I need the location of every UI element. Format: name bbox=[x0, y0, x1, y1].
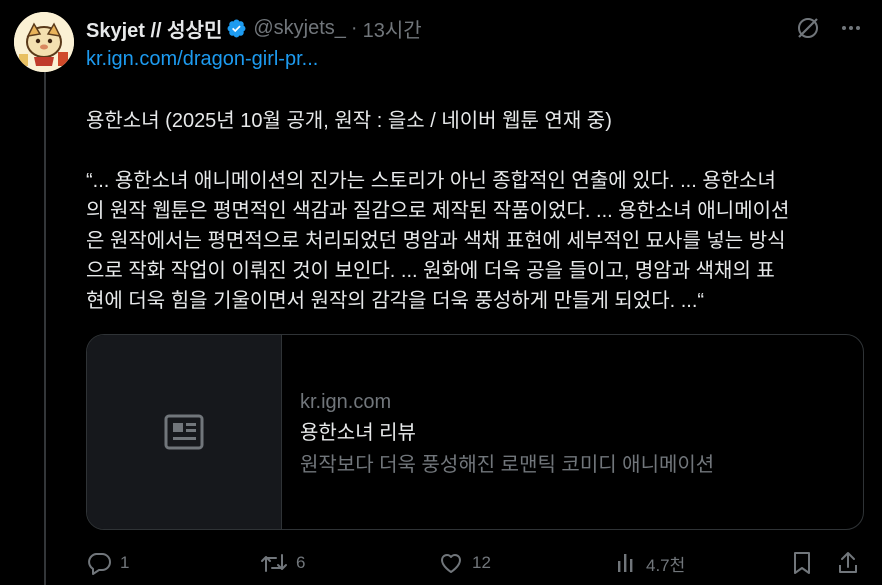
bookmark-button[interactable] bbox=[790, 546, 814, 580]
action-bar: 1 6 12 4.7천 bbox=[86, 546, 866, 580]
tweet-header: Skyjet // 성상민 @skyjets_ · 13시간 bbox=[86, 14, 422, 42]
link-preview-card[interactable]: kr.ign.com 용한소녀 리뷰 원작보다 더욱 풍성해진 로맨틱 코미디 … bbox=[86, 334, 864, 530]
quote-line: 은 원작에서는 평면적으로 처리되었던 명암과 색채 표현에 세부적인 묘사를 … bbox=[86, 230, 786, 252]
card-title: 용한소녀 리뷰 bbox=[300, 422, 416, 444]
card-domain: kr.ign.com bbox=[300, 391, 392, 413]
quote-line: 현에 더욱 힘을 기울이면서 원작의 감각을 더욱 풍성하게 만들게 되었다. … bbox=[86, 290, 705, 312]
quote-line: 으로 작화 작업이 이뤄진 것이 보인다. ... 원화에 더욱 공을 들이고,… bbox=[86, 260, 775, 282]
bookmark-icon bbox=[794, 552, 810, 574]
tweet-link[interactable]: kr.ign.com/dragon-girl-pr... bbox=[86, 48, 318, 71]
quote-line: 의 원작 웹툰은 평면적인 색감과 질감으로 제작된 작품이었다. ... 용한… bbox=[86, 200, 790, 222]
card-thumbnail bbox=[87, 335, 282, 529]
verified-badge-icon bbox=[227, 19, 246, 37]
like-button[interactable]: 12 bbox=[438, 546, 491, 580]
heart-icon bbox=[441, 554, 461, 573]
share-button[interactable] bbox=[836, 546, 860, 580]
share-icon bbox=[839, 552, 857, 573]
reply-count: 1 bbox=[120, 553, 130, 572]
article-icon bbox=[164, 414, 204, 450]
avatar-illustration bbox=[14, 12, 74, 72]
grok-icon bbox=[798, 18, 818, 38]
avatar[interactable] bbox=[14, 12, 74, 72]
quote-line: “... 용한소녀 애니메이션의 진가는 스토리가 아닌 종합적인 연출에 있다… bbox=[86, 170, 776, 192]
views-count: 4.7천 bbox=[646, 555, 686, 575]
retweet-count: 6 bbox=[296, 553, 306, 572]
timestamp[interactable]: 13시간 bbox=[363, 14, 422, 43]
tweet-quote-paragraph: “... 용한소녀 애니메이션의 진가는 스토리가 아닌 종합적인 연출에 있다… bbox=[86, 166, 789, 316]
card-description: 원작보다 더욱 풍성해진 로맨틱 코미디 애니메이션 bbox=[300, 454, 715, 476]
like-count: 12 bbox=[472, 553, 491, 572]
thread-line bbox=[44, 70, 46, 585]
tweet[interactable]: Skyjet // 성상민 @skyjets_ · 13시간 kr.ign.co… bbox=[0, 0, 882, 585]
retweet-icon bbox=[261, 554, 287, 572]
author-name[interactable]: Skyjet // 성상민 bbox=[86, 14, 222, 43]
more-dots-icon bbox=[842, 26, 860, 30]
analytics-icon bbox=[618, 554, 633, 572]
reply-button[interactable]: 1 bbox=[86, 546, 129, 580]
card-info: kr.ign.com 용한소녀 리뷰 원작보다 더욱 풍성해진 로맨틱 코미디 … bbox=[282, 335, 714, 529]
reply-icon bbox=[88, 553, 111, 575]
views-button[interactable]: 4.7천 bbox=[614, 546, 685, 580]
author-handle[interactable]: @skyjets_ bbox=[253, 17, 346, 40]
grok-button[interactable] bbox=[793, 13, 823, 43]
more-options-button[interactable] bbox=[836, 13, 866, 43]
retweet-button[interactable]: 6 bbox=[260, 546, 305, 580]
tweet-paragraph: 용한소녀 (2025년 10월 공개, 원작 : 을소 / 네이버 웹툰 연재 … bbox=[86, 110, 612, 132]
separator-dot: · bbox=[350, 16, 358, 39]
